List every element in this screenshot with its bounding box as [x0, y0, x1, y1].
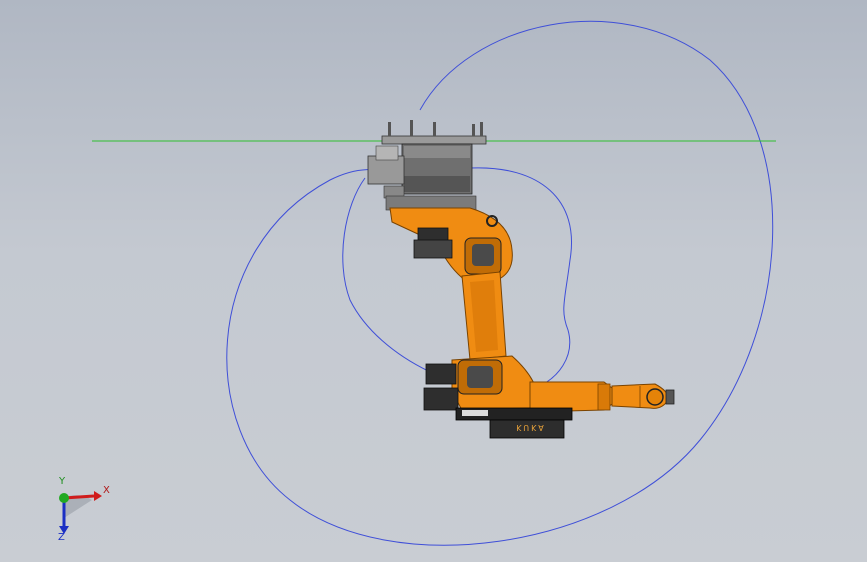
base-bolt: [480, 122, 483, 136]
z-axis-label: Z: [58, 532, 65, 543]
kuka-logo-text: KUKA: [516, 423, 546, 432]
base-plate: [381, 135, 487, 145]
base-bolt: [472, 124, 475, 136]
robot-base: [367, 120, 487, 211]
base-bolt: [433, 122, 436, 136]
y-axis-label: Y: [59, 476, 66, 487]
y-axis-dot: [59, 493, 69, 503]
tool-flange: [665, 389, 675, 405]
coordinate-triad: X Y Z: [44, 476, 124, 548]
axis3-motor: [425, 363, 457, 385]
base-bolt: [410, 120, 413, 136]
x-axis-label: X: [103, 485, 110, 496]
robot-arm: [389, 207, 675, 439]
cad-viewport[interactable]: KUKA X Y Z: [0, 0, 867, 562]
base-bolt: [388, 122, 391, 136]
robot-scene[interactable]: [0, 0, 867, 562]
